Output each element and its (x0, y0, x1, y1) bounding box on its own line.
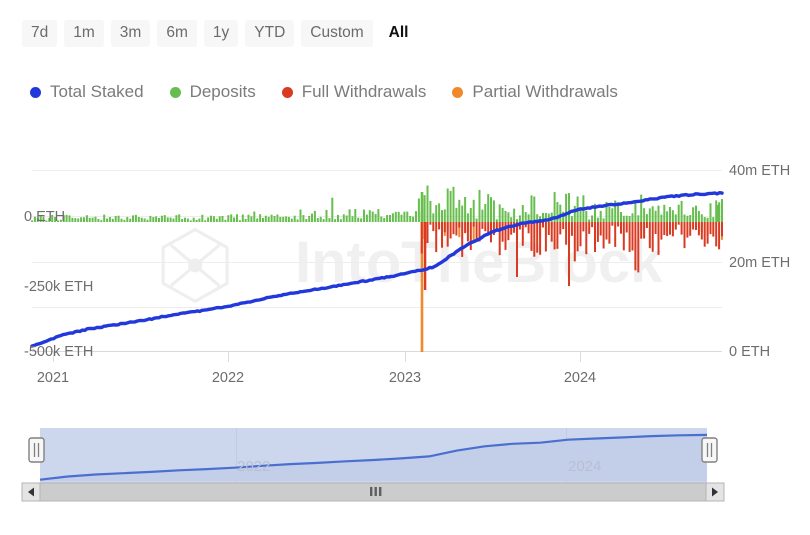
navigator-right-handle[interactable] (702, 438, 717, 462)
navigator-year-2024: 2024 (568, 458, 601, 475)
navigator-left-handle[interactable] (29, 438, 44, 462)
scrollbar-right-arrow-button[interactable] (706, 483, 724, 501)
navigator[interactable]: 2022 2024 (0, 0, 810, 535)
scrollbar-left-arrow-button[interactable] (22, 483, 40, 501)
navigator-scrollbar[interactable] (22, 483, 724, 501)
navigator-year-2022: 2022 (237, 458, 270, 475)
scrollbar-grip-icon[interactable] (370, 487, 381, 496)
